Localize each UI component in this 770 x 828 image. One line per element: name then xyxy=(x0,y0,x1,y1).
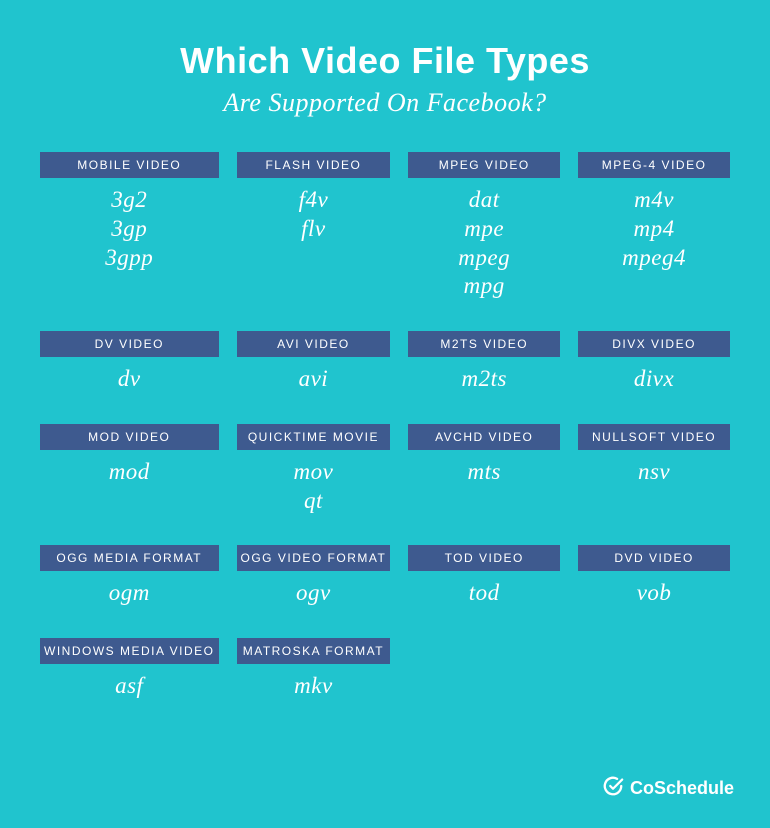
format-extension: mts xyxy=(467,458,500,487)
format-category-header: FLASH VIDEO xyxy=(237,152,391,178)
format-extension-list: 3g23gp3gpp xyxy=(105,178,153,272)
format-extension-list: divx xyxy=(634,357,674,394)
format-extension: mpeg xyxy=(458,244,510,273)
format-category-header: DVD VIDEO xyxy=(578,545,730,571)
format-extension-list: dv xyxy=(118,357,141,394)
format-extension-list: movqt xyxy=(293,450,333,516)
format-category-header: DV VIDEO xyxy=(40,331,219,357)
format-category-header: MOBILE VIDEO xyxy=(40,152,219,178)
format-category-header: MOD VIDEO xyxy=(40,424,219,450)
format-card: MPEG VIDEOdatmpempegmpg xyxy=(408,152,560,301)
checkmark-icon xyxy=(602,775,624,802)
format-category-header: WINDOWS MEDIA VIDEO xyxy=(40,638,219,664)
format-card: MATROSKA FORMAT mkv xyxy=(237,638,391,701)
format-extension: mpg xyxy=(464,272,505,301)
format-extension: 3gp xyxy=(111,215,147,244)
format-extension: 3g2 xyxy=(111,186,147,215)
format-category-header: DIVX VIDEO xyxy=(578,331,730,357)
format-extension: mov xyxy=(293,458,333,487)
format-extension-list: m2ts xyxy=(461,357,506,394)
format-category-header: QUICKTIME MOVIE xyxy=(237,424,391,450)
format-category-header: NULLSOFT VIDEO xyxy=(578,424,730,450)
format-extension: mod xyxy=(109,458,150,487)
format-category-header: OGG MEDIA FORMAT xyxy=(40,545,219,571)
format-extension: m4v xyxy=(634,186,674,215)
format-extension-list: mts xyxy=(467,450,500,487)
format-card: NULLSOFT VIDEO nsv xyxy=(578,424,730,516)
format-extension: 3gpp xyxy=(105,244,153,273)
format-extension-list: asf xyxy=(115,664,143,701)
format-card: OGG VIDEO FORMAT ogv xyxy=(237,545,391,608)
format-extension: avi xyxy=(299,365,329,394)
format-extension: mp4 xyxy=(634,215,675,244)
format-category-header: M2TS VIDEO xyxy=(408,331,560,357)
format-extension-list: ogv xyxy=(296,571,331,608)
format-card: WINDOWS MEDIA VIDEO asf xyxy=(40,638,219,701)
format-extension: nsv xyxy=(638,458,670,487)
format-extension: m2ts xyxy=(461,365,506,394)
format-card: OGG MEDIA FORMAT ogm xyxy=(40,545,219,608)
format-extension: tod xyxy=(469,579,500,608)
format-extension: mkv xyxy=(294,672,333,701)
format-extension-list: mkv xyxy=(294,664,333,701)
format-extension: dat xyxy=(469,186,500,215)
brand-name: CoSchedule xyxy=(630,778,734,799)
page-subtitle: Are Supported On Facebook? xyxy=(40,88,730,118)
format-card: FLASH VIDEOf4vflv xyxy=(237,152,391,301)
format-card: QUICKTIME MOVIEmovqt xyxy=(237,424,391,516)
format-category-header: MPEG-4 VIDEO xyxy=(578,152,730,178)
format-extension-list: f4vflv xyxy=(299,178,329,244)
format-grid: MOBILE VIDEO3g23gp3gppFLASH VIDEOf4vflvM… xyxy=(40,152,730,701)
format-card: MOD VIDEO mod xyxy=(40,424,219,516)
format-category-header: OGG VIDEO FORMAT xyxy=(237,545,391,571)
format-extension: f4v xyxy=(299,186,329,215)
format-extension: ogm xyxy=(109,579,150,608)
format-extension-list: ogm xyxy=(109,571,150,608)
format-extension: asf xyxy=(115,672,143,701)
format-extension-list: nsv xyxy=(638,450,670,487)
format-card: MPEG-4 VIDEOm4vmp4mpeg4 xyxy=(578,152,730,301)
format-extension-list: m4vmp4mpeg4 xyxy=(622,178,686,272)
format-category-header: AVCHD VIDEO xyxy=(408,424,560,450)
format-extension-list: mod xyxy=(109,450,150,487)
format-extension: dv xyxy=(118,365,141,394)
format-extension: mpe xyxy=(464,215,504,244)
format-extension-list: datmpempegmpg xyxy=(458,178,510,301)
format-card: AVCHD VIDEO mts xyxy=(408,424,560,516)
format-extension-list: tod xyxy=(469,571,500,608)
page-title: Which Video File Types xyxy=(40,40,730,82)
format-category-header: MPEG VIDEO xyxy=(408,152,560,178)
format-extension: mpeg4 xyxy=(622,244,686,273)
format-extension: ogv xyxy=(296,579,331,608)
format-extension: divx xyxy=(634,365,674,394)
format-extension: flv xyxy=(301,215,326,244)
format-extension: qt xyxy=(304,487,323,516)
format-category-header: MATROSKA FORMAT xyxy=(237,638,391,664)
format-card: AVI VIDEO avi xyxy=(237,331,391,394)
format-category-header: TOD VIDEO xyxy=(408,545,560,571)
format-card: MOBILE VIDEO3g23gp3gpp xyxy=(40,152,219,301)
format-card: DIVX VIDEO divx xyxy=(578,331,730,394)
format-card: DVD VIDEO vob xyxy=(578,545,730,608)
format-extension-list: avi xyxy=(299,357,329,394)
format-extension-list: vob xyxy=(637,571,672,608)
format-category-header: AVI VIDEO xyxy=(237,331,391,357)
brand-badge: CoSchedule xyxy=(602,775,734,802)
format-card: M2TS VIDEO m2ts xyxy=(408,331,560,394)
format-card: DV VIDEO dv xyxy=(40,331,219,394)
format-card: TOD VIDEO tod xyxy=(408,545,560,608)
format-extension: vob xyxy=(637,579,672,608)
